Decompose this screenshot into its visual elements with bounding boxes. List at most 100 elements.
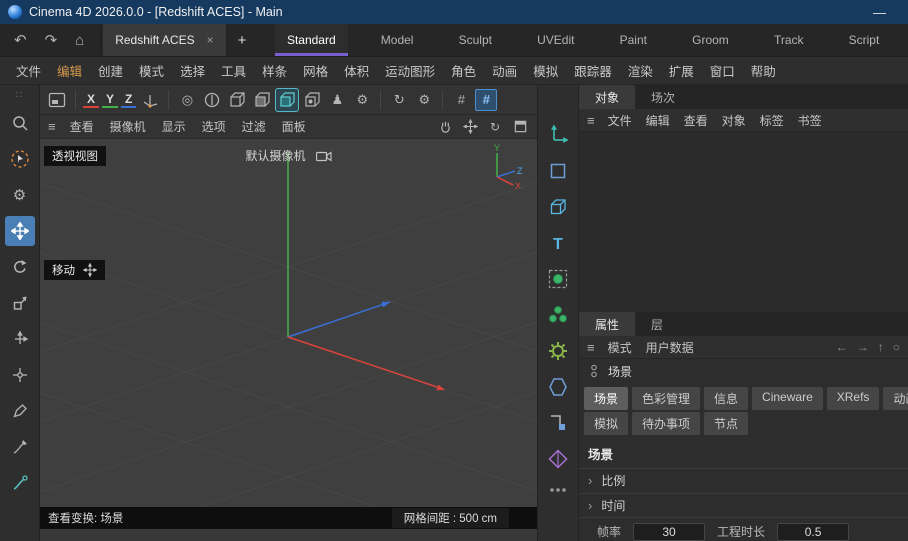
vp-menu-display[interactable]: 显示 — [154, 118, 194, 135]
menu-extensions[interactable]: 扩展 — [661, 61, 702, 80]
layout-tab-script[interactable]: Script — [837, 24, 892, 56]
vp-menu-camera[interactable]: 摄像机 — [102, 118, 154, 135]
lock-y-axis-button[interactable]: Y — [102, 91, 118, 108]
ngon-object-icon[interactable] — [544, 373, 572, 401]
reset-transform-icon[interactable]: ↻ — [388, 89, 410, 111]
text-object-icon[interactable]: T — [544, 229, 572, 257]
object-mode-cube-icon[interactable] — [226, 89, 248, 111]
snap-toggle-icon[interactable]: # — [475, 89, 497, 111]
pen-tool[interactable] — [5, 396, 35, 426]
undo-icon[interactable]: ↶ — [14, 31, 27, 49]
home-icon[interactable]: ⌂ — [75, 32, 84, 49]
project-duration-input[interactable]: 0.5 — [777, 523, 849, 541]
menu-mograph[interactable]: 运动图形 — [377, 61, 443, 80]
menu-window[interactable]: 窗口 — [702, 61, 743, 80]
tube-pen-tool[interactable] — [5, 468, 35, 498]
menu-create[interactable]: 创建 — [90, 61, 131, 80]
axis-center-icon[interactable] — [201, 89, 223, 111]
section-btn-animation[interactable]: 动画 — [883, 387, 908, 410]
nav-back-icon[interactable]: ← — [836, 340, 848, 354]
nav-forward-icon[interactable]: → — [857, 340, 869, 354]
menu-character[interactable]: 角色 — [443, 61, 484, 80]
menu-spline[interactable]: 样条 — [254, 61, 295, 80]
menu-tools[interactable]: 工具 — [213, 61, 254, 80]
object-list[interactable] — [579, 132, 908, 312]
coordinate-system-icon[interactable] — [139, 89, 161, 111]
om-menu-edit[interactable]: 编辑 — [639, 112, 677, 129]
search-icon[interactable]: ○ — [893, 340, 900, 354]
document-tab[interactable]: Redshift ACES × — [103, 24, 225, 56]
grid-icon[interactable]: # — [450, 89, 472, 111]
am-hamburger-icon[interactable]: ≡ — [587, 340, 595, 355]
section-btn-xrefs[interactable]: XRefs — [827, 387, 880, 410]
vp-menu-filter[interactable]: 过滤 — [234, 118, 274, 135]
am-menu-mode[interactable]: 模式 — [601, 339, 639, 356]
character-settings-gear-icon[interactable]: ⚙ — [351, 89, 373, 111]
section-btn-color-management[interactable]: 色彩管理 — [632, 387, 700, 410]
cluster-object-icon[interactable] — [544, 301, 572, 329]
vp-menu-panel[interactable]: 面板 — [274, 118, 314, 135]
active-mode-cube-icon[interactable] — [276, 89, 298, 111]
layout-tab-model[interactable]: Model — [369, 24, 426, 56]
menu-mesh[interactable]: 网格 — [295, 61, 336, 80]
spline-corner-icon[interactable] — [544, 409, 572, 437]
menu-help[interactable]: 帮助 — [743, 61, 784, 80]
section-btn-nodes[interactable]: 节点 — [704, 412, 748, 435]
zoom-tool[interactable] — [5, 108, 35, 138]
section-btn-cineware[interactable]: Cineware — [752, 387, 823, 410]
plane-object-icon[interactable] — [544, 157, 572, 185]
live-selection-tool[interactable] — [5, 144, 35, 174]
fps-input[interactable]: 30 — [633, 523, 705, 541]
generator-gear-icon[interactable] — [544, 337, 572, 365]
lock-z-axis-button[interactable]: Z — [121, 91, 136, 108]
menu-volume[interactable]: 体积 — [336, 61, 377, 80]
lock-x-axis-button[interactable]: X — [83, 91, 99, 108]
om-menu-objects[interactable]: 对象 — [715, 112, 753, 129]
minimize-button[interactable]: — — [873, 5, 886, 20]
menu-render[interactable]: 渲染 — [620, 61, 661, 80]
layout-tab-sculpt[interactable]: Sculpt — [447, 24, 504, 56]
tab-layers[interactable]: 层 — [635, 312, 679, 336]
menu-animate[interactable]: 动画 — [484, 61, 525, 80]
om-menu-tags[interactable]: 标签 — [753, 112, 791, 129]
object-link-icon[interactable] — [588, 364, 600, 378]
am-menu-userdata[interactable]: 用户数据 — [639, 339, 701, 356]
om-menu-view[interactable]: 查看 — [677, 112, 715, 129]
platonic-object-icon[interactable] — [544, 445, 572, 473]
tab-takes[interactable]: 场次 — [635, 85, 691, 109]
menu-tracker[interactable]: 跟踪器 — [566, 61, 620, 80]
add-tab-button[interactable]: + — [226, 24, 259, 56]
group-time[interactable]: › 时间 — [579, 493, 908, 517]
move-tool[interactable] — [5, 216, 35, 246]
layout-tab-standard[interactable]: Standard — [275, 24, 348, 56]
move-view-icon[interactable] — [461, 118, 479, 136]
axis-extension-tool[interactable] — [5, 324, 35, 354]
layout-tab-uvedit[interactable]: UVEdit — [525, 24, 586, 56]
section-btn-scene[interactable]: 场景 — [584, 387, 628, 410]
om-menu-bookmarks[interactable]: 书签 — [791, 112, 829, 129]
layout-tab-paint[interactable]: Paint — [608, 24, 659, 56]
menu-select[interactable]: 选择 — [172, 61, 213, 80]
model-mode-cube-icon[interactable] — [251, 89, 273, 111]
section-btn-todo[interactable]: 待办事项 — [632, 412, 700, 435]
redo-icon[interactable]: ↷ — [45, 31, 58, 49]
texture-mode-cube-icon[interactable] — [301, 89, 323, 111]
om-menu-file[interactable]: 文件 — [601, 112, 639, 129]
sketch-tool[interactable] — [5, 432, 35, 462]
group-scale[interactable]: › 比例 — [579, 468, 908, 492]
close-tab-icon[interactable]: × — [207, 33, 214, 47]
tab-attributes[interactable]: 属性 — [579, 312, 635, 336]
section-btn-simulation[interactable]: 模拟 — [584, 412, 628, 435]
layout-tab-track[interactable]: Track — [762, 24, 816, 56]
viewport-hamburger-icon[interactable]: ≡ — [48, 119, 56, 134]
scale-tool[interactable] — [5, 288, 35, 318]
cube-object-icon[interactable] — [544, 193, 572, 221]
vp-menu-view[interactable]: 查看 — [62, 118, 102, 135]
camera-switch-icon[interactable] — [316, 150, 332, 162]
view-name-label[interactable]: 透视视图 — [44, 146, 106, 166]
more-tools-icon[interactable] — [544, 481, 572, 509]
workplane-icon[interactable] — [46, 89, 68, 111]
menu-mode[interactable]: 模式 — [131, 61, 172, 80]
viewport-canvas[interactable]: 透视视图 默认摄像机 Y Z X 移动 — [40, 139, 537, 507]
strip-drag-handle[interactable]: ∷ — [16, 85, 23, 105]
